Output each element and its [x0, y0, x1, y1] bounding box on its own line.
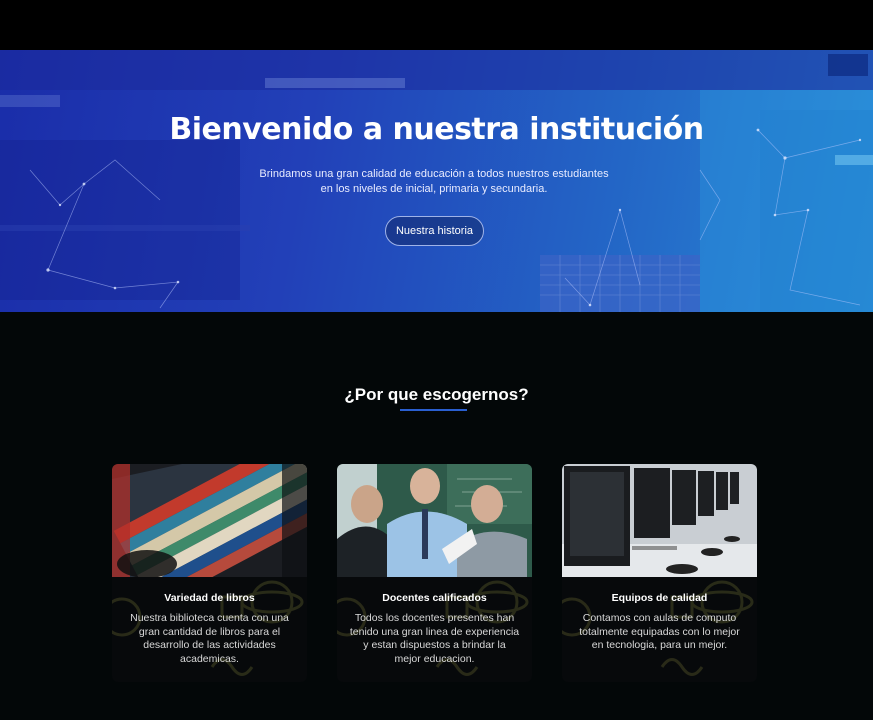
- our-history-button[interactable]: Nuestra historia: [385, 216, 484, 246]
- computers-photo: [562, 464, 757, 577]
- card-description: Contamos con aulas de computo totalmente…: [579, 612, 740, 651]
- hero-subtitle: Brindamos una gran calidad de educación …: [236, 167, 632, 197]
- hero-subtitle-line-2: en los niveles de inicial, primaria y se…: [320, 183, 548, 195]
- hero-title: Bienvenido a nuestra institución: [169, 112, 704, 147]
- hero-banner: Bienvenido a nuestra institución Brindam…: [0, 50, 873, 312]
- hero-subtitle-line-1: Brindamos una gran calidad de educación …: [259, 168, 609, 180]
- teachers-photo: [337, 464, 532, 577]
- top-bar: [0, 0, 873, 50]
- features-section-title: ¿Por que escogernos?: [344, 385, 529, 404]
- card-description: Todos los docentes presentes han tenido …: [349, 612, 520, 665]
- page: Bienvenido a nuestra institución Brindam…: [0, 0, 873, 720]
- section-title-underline: [400, 409, 467, 411]
- feature-card-teachers: Docentes calificados Todos los docentes …: [337, 464, 532, 682]
- card-description: Nuestra biblioteca cuenta con una gran c…: [130, 612, 289, 665]
- card-title: Docentes calificados: [382, 592, 487, 604]
- card-title: Variedad de libros: [164, 592, 255, 604]
- card-title: Equipos de calidad: [611, 592, 708, 604]
- books-photo: [112, 464, 307, 577]
- feature-card-books: Variedad de libros Nuestra biblioteca cu…: [112, 464, 307, 682]
- feature-card-computers: Equipos de calidad Contamos con aulas de…: [562, 464, 757, 682]
